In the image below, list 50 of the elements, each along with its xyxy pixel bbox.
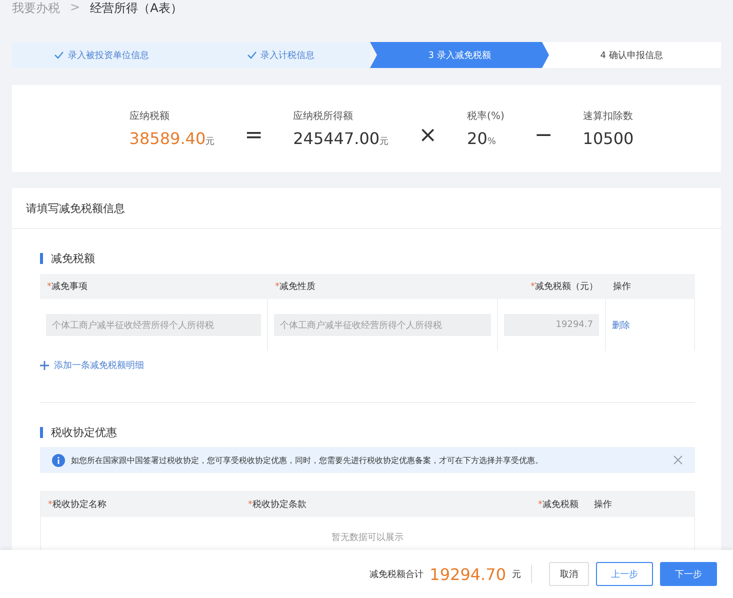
required-mark: *: [538, 500, 542, 510]
step-tab[interactable]: 4 确认申报信息: [542, 42, 721, 68]
breadcrumb-separator: >: [70, 0, 80, 14]
section-title: 减免税额: [51, 250, 95, 266]
required-mark: *: [530, 282, 535, 292]
form-title: 请填写减免税额信息: [26, 200, 125, 216]
cancel-button[interactable]: 取消: [549, 562, 589, 586]
formula-label: 应纳税额: [129, 110, 170, 123]
column-header: 减免税额: [542, 500, 578, 510]
total-label: 减免税额合计: [370, 568, 424, 580]
operator-symbol: ×: [418, 123, 438, 148]
close-icon[interactable]: [673, 455, 683, 465]
breadcrumb-item[interactable]: 我要办税: [12, 0, 60, 17]
required-mark: *: [47, 282, 52, 292]
notice-text: 如您所在国家跟中国签署过税收协定，您可享受税收协定优惠，同时，您需要先进行税收协定优惠备案，才可在下方选择并享受优惠。: [71, 454, 544, 466]
currency-unit: 元: [512, 568, 521, 580]
operator-symbol: −: [534, 123, 553, 148]
step-tab[interactable]: 录入被投资单位信息: [12, 42, 191, 68]
section-title: 税收协定优惠: [51, 424, 117, 440]
breadcrumb-item: 经营所得（A表）: [90, 0, 182, 17]
step-tab[interactable]: 3 录入减免税额: [370, 42, 549, 68]
total-value: 19294.70: [430, 564, 506, 584]
check-icon: [246, 51, 256, 59]
formula-value: 20%: [467, 129, 497, 148]
add-row-link[interactable]: 添加一条减免税额明细: [40, 359, 144, 372]
info-icon: [52, 454, 65, 466]
formula-label: 应纳税所得额: [293, 110, 354, 123]
column-header: 操作: [594, 500, 612, 510]
required-mark: *: [48, 500, 52, 510]
formula-label: 速算扣除数: [582, 110, 634, 123]
formula-value: 10500: [582, 129, 634, 148]
delete-link[interactable]: 删除: [612, 318, 630, 332]
required-mark: *: [248, 500, 252, 510]
formula-value: 245447.00元: [293, 129, 389, 148]
plus-icon: [40, 361, 49, 370]
column-header: 税收协定条款: [252, 500, 306, 510]
formula-label: 税率(%): [467, 110, 504, 123]
required-mark: *: [275, 282, 280, 292]
step-tab[interactable]: 录入计税信息: [191, 42, 370, 68]
previous-button[interactable]: 上一步: [596, 562, 653, 586]
column-header: 减免税额（元）: [535, 282, 598, 292]
empty-message: 暂无数据可以展示: [332, 532, 404, 544]
check-icon: [54, 51, 64, 59]
column-header: 减免性质: [280, 282, 316, 292]
column-header: 操作: [613, 282, 631, 292]
column-header: 税收协定名称: [52, 500, 106, 510]
column-header: 减免事项: [52, 282, 88, 292]
formula-value: 38589.40元: [129, 129, 215, 148]
operator-symbol: =: [244, 123, 264, 148]
next-button[interactable]: 下一步: [660, 562, 717, 586]
